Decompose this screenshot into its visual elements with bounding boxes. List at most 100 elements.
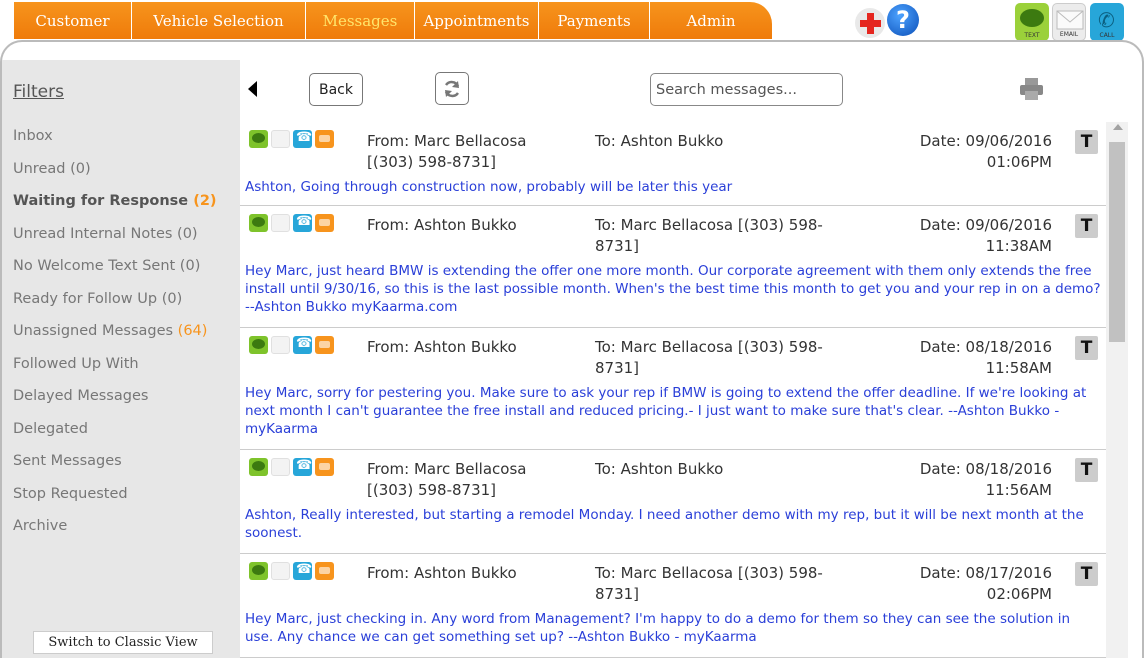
date-value: Date: 09/06/2016 xyxy=(919,132,1052,150)
message-item[interactable]: From: Marc Bellacosa [(303) 598-8731] To… xyxy=(240,450,1106,554)
filter-label: No Welcome Text Sent (0) xyxy=(13,258,201,274)
call-button-caption: CALL xyxy=(1099,32,1115,39)
text-icon[interactable] xyxy=(249,458,268,476)
filter-label: Stop Requested xyxy=(13,485,128,502)
message-date: Date: 08/18/2016 11:56AM xyxy=(852,459,1052,501)
filter-label: Unread Internal Notes (0) xyxy=(13,225,198,242)
message-from: From: Ashton Bukko xyxy=(367,338,517,356)
phone-icon[interactable] xyxy=(293,562,312,580)
filters-title[interactable]: Filters xyxy=(13,82,64,102)
filter-no-welcome-text-sent[interactable]: No Welcome Text Sent (0) xyxy=(13,258,217,291)
tab-payments[interactable]: Payments xyxy=(539,2,650,39)
filter-delayed-messages[interactable]: Delayed Messages xyxy=(13,388,217,421)
email-icon[interactable] xyxy=(271,214,290,232)
filter-label: Followed Up With xyxy=(13,355,139,372)
message-date: Date: 09/06/2016 01:06PM xyxy=(852,131,1052,173)
message-item[interactable]: From: Ashton Bukko To: Marc Bellacosa [(… xyxy=(240,554,1106,658)
time-value: 11:38AM xyxy=(985,237,1052,255)
filter-label: Unread (0) xyxy=(13,160,91,177)
text-icon[interactable] xyxy=(249,562,268,580)
chat-icon[interactable] xyxy=(315,130,334,148)
text-type-badge[interactable]: T xyxy=(1075,214,1098,238)
email-icon[interactable] xyxy=(271,562,290,580)
filter-ready-for-follow-up[interactable]: Ready for Follow Up (0) xyxy=(13,291,217,324)
chat-icon[interactable] xyxy=(315,336,334,354)
filter-followed-up-with[interactable]: Followed Up With xyxy=(13,356,217,389)
filter-label: Sent Messages xyxy=(13,453,122,469)
phone-icon[interactable] xyxy=(293,458,312,476)
print-icon[interactable] xyxy=(1018,77,1045,101)
message-item[interactable]: From: Marc Bellacosa [(303) 598-8731] To… xyxy=(240,122,1106,206)
filter-unread-internal-notes[interactable]: Unread Internal Notes (0) xyxy=(13,226,217,259)
text-icon[interactable] xyxy=(249,214,268,232)
email-icon[interactable] xyxy=(271,336,290,354)
tab-admin[interactable]: Admin xyxy=(650,2,772,39)
text-type-badge[interactable]: T xyxy=(1075,562,1098,586)
chat-icon[interactable] xyxy=(315,562,334,580)
collapse-arrow-icon[interactable] xyxy=(248,81,257,97)
switch-to-classic-view-button[interactable]: Switch to Classic View xyxy=(33,631,213,654)
phone-icon: ✆ xyxy=(1098,8,1115,32)
filter-sent-messages[interactable]: Sent Messages xyxy=(13,453,217,486)
message-date: Date: 08/17/2016 02:06PM xyxy=(852,563,1052,605)
message-list-scrollbar[interactable] xyxy=(1106,122,1128,658)
time-value: 11:58AM xyxy=(985,359,1052,377)
search-input[interactable] xyxy=(650,73,843,106)
message-body: Hey Marc, just checking in. Any word fro… xyxy=(245,611,1071,645)
filter-inbox[interactable]: Inbox xyxy=(13,128,217,161)
refresh-button[interactable] xyxy=(435,72,469,105)
message-body: Ashton, Going through construction now, … xyxy=(245,179,733,195)
main-nav: Customer Vehicle Selection Messages Appo… xyxy=(14,2,772,39)
tab-appointments[interactable]: Appointments xyxy=(415,2,539,39)
email-icon[interactable] xyxy=(271,130,290,148)
message-to: To: Ashton Bukko xyxy=(595,132,724,150)
email-icon[interactable] xyxy=(271,458,290,476)
help-icon[interactable]: ? xyxy=(887,4,919,36)
message-to: To: Marc Bellacosa [(303) 598-8731] xyxy=(595,338,823,377)
filter-unread[interactable]: Unread (0) xyxy=(13,161,217,194)
email-button[interactable]: EMAIL xyxy=(1052,3,1086,41)
filter-delegated[interactable]: Delegated xyxy=(13,421,217,454)
channel-icons xyxy=(249,458,337,476)
filter-count: (2) xyxy=(193,193,217,209)
phone-icon[interactable] xyxy=(293,336,312,354)
scroll-thumb[interactable] xyxy=(1109,142,1125,342)
filter-unassigned-messages[interactable]: Unassigned Messages (64) xyxy=(13,323,217,356)
message-item[interactable]: From: Ashton Bukko To: Marc Bellacosa [(… xyxy=(240,328,1106,450)
back-button[interactable]: Back xyxy=(309,73,363,106)
messages-toolbar: Back xyxy=(240,60,1120,122)
channel-icons xyxy=(249,130,337,148)
message-body: Hey Marc, sorry for pestering you. Make … xyxy=(245,385,1087,437)
date-value: Date: 09/06/2016 xyxy=(919,216,1052,234)
text-type-badge[interactable]: T xyxy=(1075,336,1098,360)
text-icon[interactable] xyxy=(249,130,268,148)
message-from: From: Ashton Bukko xyxy=(367,216,517,234)
phone-icon[interactable] xyxy=(293,130,312,148)
message-body: Ashton, Really interested, but starting … xyxy=(245,507,1084,541)
text-button[interactable]: TEXT xyxy=(1015,3,1049,41)
text-type-badge[interactable]: T xyxy=(1075,130,1098,154)
chat-icon[interactable] xyxy=(315,458,334,476)
filter-label: Inbox xyxy=(13,128,53,144)
tab-customer[interactable]: Customer xyxy=(14,2,132,39)
filter-waiting-for-response[interactable]: Waiting for Response (2) xyxy=(13,193,217,226)
phone-icon[interactable] xyxy=(293,214,312,232)
channel-icons xyxy=(249,562,337,580)
filter-label: Delegated xyxy=(13,420,88,437)
tab-messages[interactable]: Messages xyxy=(306,2,415,39)
svg-text:✆: ✆ xyxy=(1098,8,1115,32)
filter-stop-requested[interactable]: Stop Requested xyxy=(13,486,217,519)
tab-vehicle-selection[interactable]: Vehicle Selection xyxy=(132,2,306,39)
scroll-up-arrow-icon[interactable] xyxy=(1113,124,1123,130)
refresh-icon xyxy=(444,80,460,97)
red-cross-icon[interactable] xyxy=(855,8,885,38)
message-to: To: Ashton Bukko xyxy=(595,460,724,478)
chat-icon[interactable] xyxy=(315,214,334,232)
text-icon[interactable] xyxy=(249,336,268,354)
time-value: 11:56AM xyxy=(985,481,1052,499)
call-button[interactable]: ✆ CALL xyxy=(1090,3,1124,41)
message-item[interactable]: From: Ashton Bukko To: Marc Bellacosa [(… xyxy=(240,206,1106,328)
filter-archive[interactable]: Archive xyxy=(13,518,217,551)
time-value: 01:06PM xyxy=(986,153,1052,171)
text-type-badge[interactable]: T xyxy=(1075,458,1098,482)
